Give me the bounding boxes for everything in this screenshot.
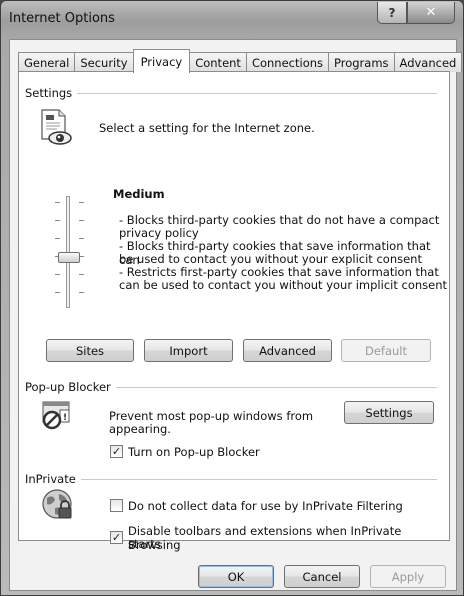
tab-programs[interactable]: Programs — [328, 52, 395, 72]
privacy-desc-line: - Restricts first-party cookies that sav… — [119, 265, 439, 279]
popup-group-label: Pop-up Blocker — [25, 380, 116, 394]
help-button[interactable]: ? — [377, 2, 407, 24]
popup-blocker-checkbox-label: Turn on Pop-up Blocker — [128, 445, 260, 459]
privacy-level-label: Medium — [113, 187, 165, 201]
settings-group-line — [33, 93, 437, 94]
slider-tick — [79, 292, 84, 293]
inprivate-filtering-checkbox[interactable] — [110, 499, 123, 512]
import-button[interactable]: Import — [144, 339, 233, 362]
tab-strip: General Security Privacy Content Connect… — [18, 49, 463, 73]
dialog-client-area: General Security Privacy Content Connect… — [9, 39, 463, 591]
internet-options-window: Internet Options ? ✕ General Security Pr… — [0, 0, 464, 596]
popup-desc-line: Prevent most pop-up windows from — [109, 409, 314, 423]
inprivate-group-label: InPrivate — [25, 472, 81, 486]
privacy-tab-panel: Settings Select a setting for the Intern… — [18, 71, 450, 552]
tab-security[interactable]: Security — [74, 52, 134, 72]
svg-text:!: ! — [63, 413, 67, 423]
slider-tick — [79, 220, 84, 221]
close-button[interactable]: ✕ — [407, 2, 455, 24]
advanced-button[interactable]: Advanced — [243, 339, 332, 362]
tab-content[interactable]: Content — [189, 52, 247, 72]
default-button[interactable]: Default — [341, 339, 431, 362]
tab-privacy[interactable]: Privacy — [132, 49, 191, 73]
sites-button[interactable]: Sites — [46, 339, 134, 362]
slider-tick — [55, 202, 60, 203]
privacy-document-eye-icon — [41, 109, 72, 145]
slider-tick — [55, 220, 60, 221]
slider-tick — [79, 274, 84, 275]
privacy-desc-line: can be used to contact you without your … — [119, 278, 448, 292]
slider-tick — [55, 274, 60, 275]
privacy-desc-line: be used to contact you without your expl… — [119, 252, 422, 266]
popup-settings-button[interactable]: Settings — [344, 401, 434, 424]
privacy-desc-line: - Blocks third-party cookies that do not… — [119, 213, 440, 227]
apply-button[interactable]: Apply — [370, 565, 446, 588]
popup-desc-line: appearing. — [109, 422, 171, 436]
window-title: Internet Options — [9, 11, 115, 26]
settings-instruction: Select a setting for the Internet zone. — [99, 121, 315, 135]
disable-toolbars-checkbox-label: starts — [128, 537, 161, 551]
slider-tick — [79, 202, 84, 203]
popup-blocked-icon: ! — [42, 401, 70, 430]
privacy-slider-thumb[interactable] — [58, 252, 80, 263]
popup-blocker-checkbox[interactable]: ✓ — [110, 445, 123, 458]
ok-button[interactable]: OK — [198, 565, 274, 588]
settings-group-label: Settings — [25, 86, 78, 100]
cancel-button[interactable]: Cancel — [284, 565, 360, 588]
slider-tick — [55, 292, 60, 293]
inprivate-filtering-checkbox-label: Do not collect data for use by InPrivate… — [128, 499, 403, 513]
slider-tick — [55, 238, 60, 239]
tab-advanced[interactable]: Advanced — [393, 52, 463, 72]
disable-toolbars-checkbox-label: Disable toolbars and extensions when InP… — [128, 524, 402, 552]
tab-connections[interactable]: Connections — [245, 52, 330, 72]
disable-toolbars-checkbox[interactable]: ✓ — [110, 531, 123, 544]
inprivate-group-line — [33, 479, 437, 480]
inprivate-globe-lock-icon — [42, 489, 72, 519]
privacy-desc-line: privacy policy — [119, 226, 199, 240]
tab-general[interactable]: General — [18, 52, 76, 72]
slider-tick — [79, 238, 84, 239]
